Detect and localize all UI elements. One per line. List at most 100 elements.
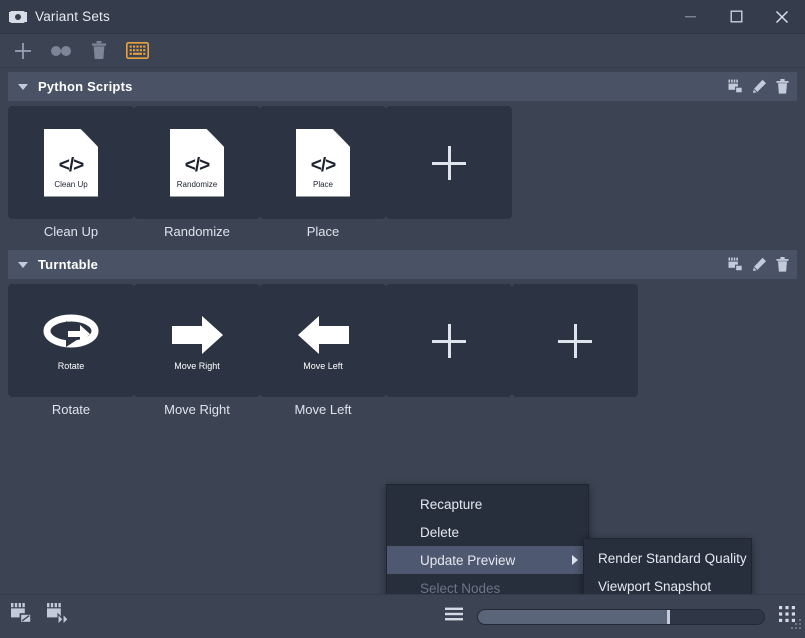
play-sequence-button[interactable] [46, 602, 70, 631]
two-dots-icon [50, 45, 72, 57]
title-bar: Variant Sets [0, 0, 805, 34]
variant-place[interactable]: </> Place Place [260, 106, 386, 245]
section-header-python-scripts[interactable]: Python Scripts [8, 72, 797, 101]
window-title: Variant Sets [35, 9, 110, 24]
variant-thumbnail[interactable]: </> Place [260, 106, 386, 219]
plus-icon [558, 323, 592, 358]
camera-icon [9, 8, 27, 26]
delete-icon[interactable] [776, 257, 789, 272]
plus-icon [13, 41, 33, 61]
status-bar-right [445, 606, 795, 627]
resize-grip[interactable] [789, 617, 803, 636]
menu-item-label: Delete [420, 524, 460, 540]
add-variant-set-tile-button[interactable] [512, 284, 638, 397]
thumb-text: Move Left [303, 360, 343, 371]
menu-item-label: Render Standard Quality [598, 550, 747, 566]
add-variant-set-button[interactable] [6, 37, 40, 65]
recapture-thumbnails-icon[interactable] [728, 79, 743, 94]
variant-sets-list: Python Scripts </> Clean Up Clean Up </>… [0, 68, 805, 594]
add-variant-tile-button[interactable] [386, 106, 512, 219]
menu-item-recapture[interactable]: Recapture [387, 490, 588, 518]
menu-item-label: Recapture [420, 496, 483, 512]
thumb-text: Place [312, 179, 333, 189]
menu-item-delete[interactable]: Delete [387, 518, 588, 546]
minimize-button[interactable] [667, 0, 713, 33]
variant-sets-window: Variant Sets Python Scripts </> Clean Up… [0, 0, 805, 638]
section-header-turntable[interactable]: Turntable [8, 250, 797, 279]
menu-item-label: Select Nodes [420, 580, 501, 595]
menu-item-label: Update Preview [420, 552, 516, 568]
chevron-down-icon[interactable] [18, 83, 28, 90]
delete-button[interactable] [82, 37, 116, 65]
duplicate-button[interactable] [44, 37, 78, 65]
variant-label: Clean Up [43, 224, 99, 239]
variant-label: Rotate [51, 402, 91, 417]
add-variant-set-tile[interactable] [512, 284, 638, 423]
variant-label [386, 219, 512, 245]
add-variant-tile[interactable] [386, 106, 512, 245]
rename-icon[interactable] [752, 257, 767, 272]
submenu-item-viewport-snapshot[interactable]: Viewport Snapshot [584, 572, 751, 594]
thumbnail-size-slider[interactable] [477, 608, 765, 625]
variant-label: Move Left [294, 402, 352, 417]
plus-icon [432, 323, 466, 358]
variant-move-left[interactable]: Move Left Move Left [260, 284, 386, 423]
variant-thumbnail[interactable]: Move Right [134, 284, 260, 397]
close-button[interactable] [759, 0, 805, 33]
arrow-right-icon: Move Right [142, 311, 252, 371]
tiles-python-scripts: </> Clean Up Clean Up </> Randomize Rand… [8, 106, 797, 245]
chevron-down-icon[interactable] [18, 261, 28, 268]
maximize-button[interactable] [713, 0, 759, 33]
main-toolbar [0, 34, 805, 68]
variant-thumbnail[interactable]: Rotate [8, 284, 134, 397]
variant-label [512, 397, 638, 423]
variant-label: Randomize [164, 224, 230, 239]
menu-item-select-nodes: Select Nodes [387, 574, 588, 595]
submenu-item-render-standard-quality[interactable]: Render Standard Quality [584, 544, 751, 572]
slider-knob[interactable] [666, 609, 670, 624]
section-title: Turntable [38, 257, 99, 272]
thumb-text: Rotate [57, 360, 85, 371]
status-bar-left [10, 602, 70, 631]
script-doc-icon: </> Place [296, 128, 350, 197]
menu-item-label: Viewport Snapshot [598, 578, 712, 594]
variant-label: Move Right [164, 402, 230, 417]
variant-label [386, 397, 512, 423]
update-preview-submenu: Render Standard Quality Viewport Snapsho… [583, 538, 752, 594]
section-title: Python Scripts [38, 79, 133, 94]
add-variant-tile-button[interactable] [386, 284, 512, 397]
code-glyph: </> [58, 154, 84, 176]
section-actions [728, 79, 789, 94]
thumb-text: Move Right [174, 360, 220, 371]
plus-icon [432, 145, 466, 180]
thumb-text: Clean Up [54, 179, 88, 189]
variant-thumbnail[interactable]: </> Clean Up [8, 106, 134, 219]
arrow-left-icon: Move Left [268, 311, 378, 371]
code-glyph: </> [310, 154, 336, 176]
rename-icon[interactable] [752, 79, 767, 94]
keyboard-shortcuts-button[interactable] [120, 37, 154, 65]
variant-clean-up[interactable]: </> Clean Up Clean Up [8, 106, 134, 245]
status-bar [0, 594, 805, 638]
capture-thumbnail-button[interactable] [10, 602, 34, 631]
script-doc-icon: </> Clean Up [44, 128, 98, 197]
variant-thumbnail[interactable]: </> Randomize [134, 106, 260, 219]
variant-thumbnail[interactable]: Move Left [260, 284, 386, 397]
variant-move-right[interactable]: Move Right Move Right [134, 284, 260, 423]
delete-icon[interactable] [776, 79, 789, 94]
section-actions [728, 257, 789, 272]
chevron-right-icon [572, 555, 578, 565]
variant-randomize[interactable]: </> Randomize Randomize [134, 106, 260, 245]
script-doc-icon: </> Randomize [170, 128, 224, 197]
context-menu: Recapture Delete Update Preview Select N… [386, 484, 589, 594]
list-view-button[interactable] [445, 607, 463, 626]
thumb-text: Randomize [176, 179, 218, 189]
variant-label: Place [306, 224, 340, 239]
slider-fill [478, 609, 667, 624]
variant-rotate[interactable]: Rotate Rotate [8, 284, 134, 423]
keyboard-icon [125, 42, 149, 59]
recapture-thumbnails-icon[interactable] [728, 257, 743, 272]
menu-item-update-preview[interactable]: Update Preview [387, 546, 588, 574]
code-glyph: </> [184, 154, 210, 176]
add-variant-tile[interactable] [386, 284, 512, 423]
